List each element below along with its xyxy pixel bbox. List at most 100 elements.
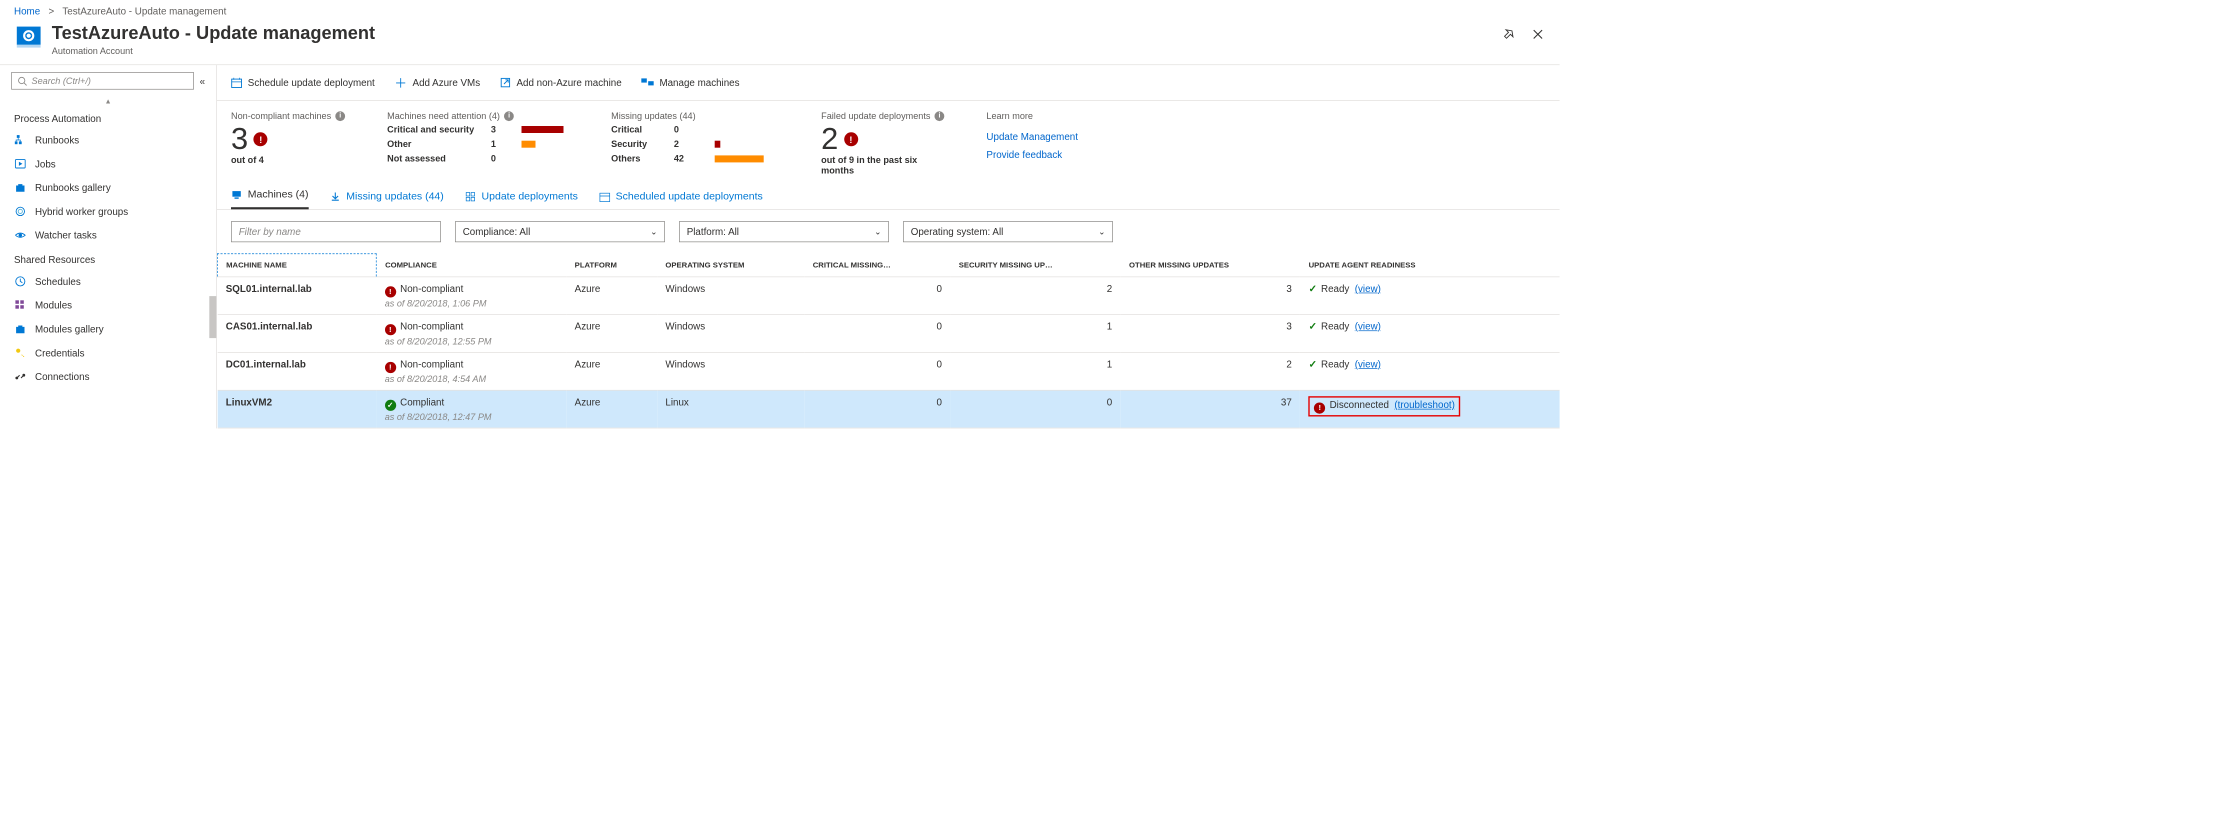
collapse-sidebar-button[interactable]: « (200, 75, 205, 86)
table-row[interactable]: CAS01.internal.lab!Non-compliantas of 8/… (217, 315, 1559, 353)
info-icon[interactable]: i (504, 111, 514, 121)
asof-text: as of 8/20/2018, 12:47 PM (385, 411, 492, 422)
table-row[interactable]: LinuxVM2 ✓ Compliant as of 8/20/2018, 12:47… (217, 390, 1559, 427)
view-link[interactable]: (view) (1355, 358, 1381, 369)
platform-cell: Azure (566, 352, 657, 390)
compliance-text: Non-compliant (400, 321, 463, 332)
toolbar-label: Schedule update deployment (248, 77, 375, 88)
sidebar-item-watcher-tasks[interactable]: Watcher tasks (0, 223, 216, 247)
stat-label: Not assessed (387, 153, 480, 164)
stat-value: 2 (674, 139, 704, 150)
tab-update-deployments[interactable]: Update deployments (465, 186, 578, 209)
sidebar-label: Schedules (35, 276, 81, 287)
pin-button[interactable] (1501, 27, 1516, 42)
search-icon (18, 76, 28, 86)
attention-card: Machines need attention (4)i Critical an… (387, 111, 569, 176)
deployments-icon (465, 191, 476, 202)
big-number: 3 (231, 124, 248, 155)
tab-machines[interactable]: Machines (4) (231, 184, 308, 209)
scroll-up-icon[interactable]: ▲ (0, 98, 216, 106)
security-cell: 1 (950, 315, 1120, 353)
manage-machines-button[interactable]: Manage machines (641, 77, 739, 88)
platform-cell: Azure (566, 390, 657, 427)
sidebar-item-jobs[interactable]: Jobs (0, 152, 216, 176)
search-placeholder: Search (Ctrl+/) (32, 76, 91, 87)
sidebar-item-credentials[interactable]: Credentials (0, 341, 216, 365)
compliant-icon: ✓ (385, 399, 396, 410)
tab-bar: Machines (4) Missing updates (44) Update… (217, 181, 1560, 209)
sidebar-label: Runbooks gallery (35, 182, 111, 193)
info-icon[interactable]: i (935, 111, 945, 121)
add-non-azure-machine-button[interactable]: Add non-Azure machine (500, 77, 622, 88)
search-input[interactable]: Search (Ctrl+/) (11, 72, 194, 90)
sidebar-item-modules-gallery[interactable]: Modules gallery (0, 317, 216, 341)
bar-icon (715, 155, 764, 162)
info-icon[interactable]: i (335, 111, 345, 121)
bar-icon (715, 140, 721, 147)
alert-badge-icon: ! (844, 132, 858, 146)
close-button[interactable] (1530, 27, 1545, 42)
card-title: Failed update deployments (821, 111, 930, 122)
big-number: 2 (821, 124, 838, 155)
sidebar-label: Modules (35, 300, 72, 311)
breadcrumb-sep: > (48, 6, 54, 17)
stat-label: Critical (611, 124, 662, 134)
filter-compliance-dropdown[interactable]: Compliance: All⌄ (455, 221, 665, 242)
col-other[interactable]: OTHER MISSING UPDATES (1121, 254, 1301, 277)
col-platform[interactable]: PLATFORM (566, 254, 657, 277)
check-icon: ✓ (1309, 321, 1317, 332)
breadcrumb: Home > TestAzureAuto - Update management (0, 0, 1560, 20)
sidebar-label: Hybrid worker groups (35, 206, 128, 217)
sidebar-scrollbar[interactable] (209, 296, 216, 338)
sidebar-item-modules[interactable]: Modules (0, 293, 216, 317)
add-azure-vms-button[interactable]: ＋ Add Azure VMs (394, 74, 480, 92)
filter-bar: Filter by name Compliance: All⌄ Platform… (217, 210, 1560, 253)
compliance-text: Non-compliant (400, 358, 463, 369)
machine-name: LinuxVM2 (226, 396, 272, 407)
filter-by-name-input[interactable]: Filter by name (231, 221, 441, 242)
sidebar-item-schedules[interactable]: Schedules (0, 270, 216, 294)
compliance-text: Compliant (400, 396, 444, 407)
schedule-icon (599, 191, 610, 202)
col-security[interactable]: SECURITY MISSING UP… (950, 254, 1120, 277)
learn-update-management-link[interactable]: Update Management (986, 131, 1078, 142)
connections-icon (14, 370, 27, 383)
critical-cell: 0 (804, 352, 950, 390)
provide-feedback-link[interactable]: Provide feedback (986, 149, 1078, 160)
troubleshoot-link[interactable]: (troubleshoot) (1394, 399, 1454, 410)
critical-cell: 0 (804, 315, 950, 353)
sidebar-item-hybrid-worker-groups[interactable]: Hybrid worker groups (0, 200, 216, 224)
col-readiness[interactable]: UPDATE AGENT READINESS (1300, 254, 1559, 277)
sidebar-item-connections[interactable]: Connections (0, 365, 216, 389)
filter-platform-dropdown[interactable]: Platform: All⌄ (679, 221, 889, 242)
card-title: Missing updates (44) (611, 111, 695, 122)
view-link[interactable]: (view) (1355, 321, 1381, 332)
sidebar-item-runbooks[interactable]: Runbooks (0, 128, 216, 152)
tab-scheduled-deployments[interactable]: Scheduled update deployments (599, 186, 763, 209)
breadcrumb-home[interactable]: Home (14, 6, 40, 17)
view-link[interactable]: (view) (1355, 283, 1381, 294)
table-row[interactable]: SQL01.internal.lab!Non-compliantas of 8/… (217, 277, 1559, 315)
page-subtitle: Automation Account (52, 46, 375, 57)
page-title: TestAzureAuto - Update management (52, 22, 375, 44)
stat-label: Others (611, 153, 662, 164)
sidebar-item-runbooks-gallery[interactable]: Runbooks gallery (0, 176, 216, 200)
filter-os-dropdown[interactable]: Operating system: All⌄ (903, 221, 1113, 242)
schedule-update-deployment-button[interactable]: Schedule update deployment (231, 77, 375, 88)
col-compliance[interactable]: COMPLIANCE (376, 254, 566, 277)
security-cell: 0 (950, 390, 1120, 427)
asof-text: as of 8/20/2018, 12:55 PM (385, 336, 492, 347)
stat-value: 1 (491, 139, 511, 150)
calendar-icon (231, 77, 242, 88)
tab-missing-updates[interactable]: Missing updates (44) (329, 186, 443, 209)
col-machine-name[interactable]: MACHINE NAME (217, 254, 376, 277)
col-critical[interactable]: CRITICAL MISSING… (804, 254, 950, 277)
stat-value: 3 (491, 124, 511, 134)
col-os[interactable]: OPERATING SYSTEM (657, 254, 804, 277)
asof-text: as of 8/20/2018, 1:06 PM (385, 298, 487, 309)
other-cell: 3 (1121, 315, 1301, 353)
table-row[interactable]: DC01.internal.lab!Non-compliantas of 8/2… (217, 352, 1559, 390)
stat-value: 42 (674, 153, 704, 164)
sidebar-section-process-automation: Process Automation (0, 106, 216, 128)
readiness-cell: !Disconnected (troubleshoot) (1300, 390, 1559, 427)
